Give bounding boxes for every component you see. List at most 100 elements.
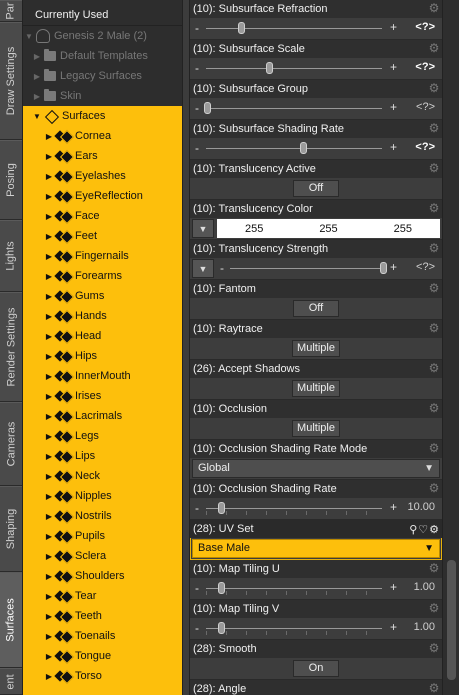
tree-item-feet[interactable]: ▶ Feet: [23, 226, 182, 246]
uv-set-select[interactable]: Base Male ▼: [192, 539, 440, 558]
tree-item-lacrimals[interactable]: ▶ Lacrimals: [23, 406, 182, 426]
expand-arrow-icon[interactable]: ▶: [45, 652, 53, 661]
toggle-button[interactable]: Off: [293, 300, 339, 317]
expand-arrow-icon[interactable]: ▶: [45, 412, 53, 421]
slider-knob[interactable]: [238, 22, 245, 34]
expand-arrow-icon[interactable]: ▶: [45, 472, 53, 481]
value-field[interactable]: <?>: [416, 101, 435, 113]
panel-splitter[interactable]: [182, 0, 190, 695]
tab-ent[interactable]: ent: [0, 668, 22, 695]
expand-arrow-icon[interactable]: ▶: [45, 592, 53, 601]
expand-arrow-icon[interactable]: ▶: [45, 132, 53, 141]
tree-item-innermouth[interactable]: ▶ InnerMouth: [23, 366, 182, 386]
gear-icon[interactable]: ⚙: [428, 642, 440, 654]
slider-knob[interactable]: [218, 502, 225, 514]
gear-icon[interactable]: ⚙: [429, 524, 440, 536]
tree-item-gums[interactable]: ▶ Gums: [23, 286, 182, 306]
link-icon[interactable]: ⚲: [409, 524, 418, 536]
tree-item-eyereflection[interactable]: ▶ EyeReflection: [23, 186, 182, 206]
gear-icon[interactable]: ⚙: [428, 202, 440, 214]
gear-icon[interactable]: ⚙: [428, 2, 440, 14]
expand-arrow-icon[interactable]: ▶: [45, 152, 53, 161]
increment-button[interactable]: +: [390, 140, 397, 154]
decrement-button[interactable]: -: [195, 101, 199, 115]
tree-item-nipples[interactable]: ▶ Nipples: [23, 486, 182, 506]
gear-icon[interactable]: ⚙: [428, 82, 440, 94]
gear-icon[interactable]: ⚙: [428, 562, 440, 574]
tree-item-hips[interactable]: ▶ Hips: [23, 346, 182, 366]
expand-arrow-icon[interactable]: ▶: [45, 252, 53, 261]
slider[interactable]: ▼ - + <?>: [190, 258, 442, 279]
gear-icon[interactable]: ⚙: [428, 482, 440, 494]
expand-arrow-icon[interactable]: ▶: [45, 352, 53, 361]
properties-scrollbar[interactable]: [442, 0, 459, 695]
tree-item-irises[interactable]: ▶ Irises: [23, 386, 182, 406]
expand-arrow-icon[interactable]: ▶: [33, 72, 41, 81]
increment-button[interactable]: +: [390, 60, 397, 74]
tab-shaping[interactable]: Shaping: [0, 486, 22, 572]
slider[interactable]: - + <?>: [190, 138, 442, 159]
decrement-button[interactable]: -: [195, 21, 199, 35]
tree-node-legacy-surfaces[interactable]: ▶ Legacy Surfaces: [23, 66, 182, 86]
slider-track[interactable]: [206, 588, 382, 589]
increment-button[interactable]: +: [390, 620, 397, 634]
gear-icon[interactable]: ⚙: [428, 442, 440, 454]
slider-track[interactable]: [206, 148, 382, 149]
expand-arrow-icon[interactable]: ▶: [45, 372, 53, 381]
expand-arrow-icon[interactable]: ▶: [45, 192, 53, 201]
toggle-button[interactable]: Multiple: [292, 340, 340, 357]
slider[interactable]: - + <?>: [190, 58, 442, 79]
increment-button[interactable]: +: [390, 260, 397, 274]
expand-arrow-icon[interactable]: ▶: [45, 492, 53, 501]
slider-track[interactable]: [206, 108, 382, 109]
slider-knob[interactable]: [380, 262, 387, 274]
expand-arrow-icon[interactable]: ▶: [45, 452, 53, 461]
expand-arrow-icon[interactable]: ▼: [25, 32, 33, 41]
tree-item-neck[interactable]: ▶ Neck: [23, 466, 182, 486]
decrement-button[interactable]: -: [195, 621, 199, 635]
favorite-heart-icon[interactable]: ♡: [418, 524, 429, 536]
expand-arrow-icon[interactable]: ▶: [45, 212, 53, 221]
tab-surfaces[interactable]: Surfaces: [0, 572, 22, 668]
expand-arrow-icon[interactable]: ▶: [33, 92, 41, 101]
decrement-button[interactable]: -: [195, 141, 199, 155]
color-swatch[interactable]: 255 255 255: [217, 219, 440, 238]
tab-render-settings[interactable]: Render Settings: [0, 292, 22, 402]
tree-item-pupils[interactable]: ▶ Pupils: [23, 526, 182, 546]
tree-item-tear[interactable]: ▶ Tear: [23, 586, 182, 606]
toggle-button[interactable]: Multiple: [292, 420, 340, 437]
tree-item-face[interactable]: ▶ Face: [23, 206, 182, 226]
expand-arrow-icon[interactable]: ▶: [45, 552, 53, 561]
tree-item-fingernails[interactable]: ▶ Fingernails: [23, 246, 182, 266]
tab-lights[interactable]: Lights: [0, 220, 22, 292]
expand-arrow-icon[interactable]: ▼: [33, 112, 41, 121]
value-field[interactable]: 10.00: [407, 501, 435, 513]
slider[interactable]: - + <?>: [190, 98, 442, 119]
slider-knob[interactable]: [204, 102, 211, 114]
gear-icon[interactable]: ⚙: [428, 122, 440, 134]
gear-icon[interactable]: ⚙: [428, 282, 440, 294]
slider-track[interactable]: [230, 268, 382, 269]
tree-item-cornea[interactable]: ▶ Cornea: [23, 126, 182, 146]
slider-track[interactable]: [206, 628, 382, 629]
expand-arrow-icon[interactable]: ▶: [45, 312, 53, 321]
expand-arrow-icon[interactable]: ▶: [45, 532, 53, 541]
expand-arrow-icon[interactable]: ▶: [45, 632, 53, 641]
value-field[interactable]: <?>: [416, 261, 435, 273]
expand-arrow-icon[interactable]: ▶: [45, 272, 53, 281]
expand-arrow-icon[interactable]: ▶: [45, 332, 53, 341]
toggle-button[interactable]: Multiple: [292, 380, 340, 397]
expand-arrow-icon[interactable]: ▶: [45, 432, 53, 441]
tree-item-legs[interactable]: ▶ Legs: [23, 426, 182, 446]
slider-track[interactable]: [206, 508, 382, 509]
tab-par[interactable]: Par: [0, 0, 22, 22]
tab-draw-settings[interactable]: Draw Settings: [0, 22, 22, 140]
toggle-button[interactable]: Off: [293, 180, 339, 197]
slider-knob[interactable]: [218, 582, 225, 594]
decrement-button[interactable]: -: [195, 501, 199, 515]
map-menu-button[interactable]: ▼: [192, 259, 214, 278]
tree-node-surfaces[interactable]: ▼ Surfaces: [23, 106, 182, 126]
expand-arrow-icon[interactable]: ▶: [45, 612, 53, 621]
gear-icon[interactable]: ⚙: [428, 602, 440, 614]
expand-arrow-icon[interactable]: ▶: [33, 52, 41, 61]
